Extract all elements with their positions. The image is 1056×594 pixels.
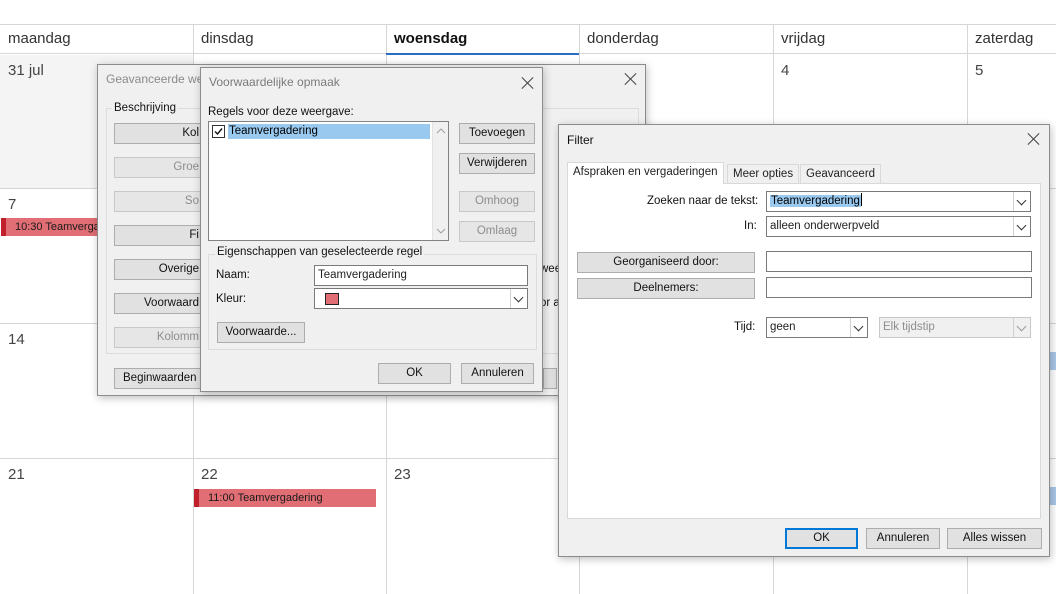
dialog-title: Filter (567, 133, 594, 147)
color-label: Kleur: (216, 293, 247, 305)
scroll-up-icon (436, 128, 446, 134)
close-icon[interactable] (1027, 132, 1041, 146)
date-label[interactable]: 7 (8, 196, 16, 213)
move-down-button[interactable]: Omlaag (459, 221, 535, 242)
day-header-saturday[interactable]: zaterdag (975, 30, 1033, 47)
conditional-formatting-dialog: Voorwaardelijke opmaak Regels voor deze … (200, 67, 543, 392)
in-label: In: (744, 220, 757, 232)
date-label[interactable]: 14 (8, 331, 25, 348)
in-field-value: alleen onderwerpveld (770, 220, 880, 232)
other-settings-button[interactable]: Overige (114, 259, 204, 280)
attendees-input[interactable] (766, 277, 1032, 298)
organized-by-button[interactable]: Georganiseerd door: (577, 252, 755, 273)
close-icon[interactable] (624, 72, 638, 86)
close-icon[interactable] (521, 76, 535, 90)
date-label[interactable]: 22 (201, 466, 218, 483)
time-range-select[interactable]: Elk tijdstip (879, 317, 1031, 338)
day-header-monday[interactable]: maandag (8, 30, 71, 47)
text-cursor (860, 193, 862, 206)
date-label[interactable]: 31 jul (8, 62, 44, 79)
filter-dialog: Filter Afspraken en vergaderingen Meer o… (558, 124, 1050, 557)
column-format-button[interactable]: Kolomm (114, 327, 204, 348)
group-by-button[interactable]: Groe (114, 157, 204, 178)
tab-advanced[interactable]: Geavanceerd (800, 164, 882, 184)
name-label: Naam: (216, 269, 250, 281)
filter-button[interactable]: Fi (114, 225, 204, 246)
columns-button[interactable]: Kol (114, 123, 204, 144)
day-header-tuesday[interactable]: dinsdag (201, 30, 254, 47)
search-text-value: Teamvergadering (770, 195, 861, 207)
chevron-down-icon[interactable] (850, 318, 867, 337)
chevron-down-icon[interactable] (510, 289, 527, 308)
sort-button[interactable]: So (114, 191, 204, 212)
organized-by-input[interactable] (766, 251, 1032, 272)
cancel-button[interactable]: Annuleren (461, 363, 534, 384)
chevron-down-icon[interactable] (1013, 217, 1030, 236)
rule-label[interactable]: Teamvergadering (228, 124, 430, 139)
date-label[interactable]: 4 (781, 62, 789, 79)
ok-button[interactable]: OK (378, 363, 451, 384)
remove-rule-button[interactable]: Verwijderen (459, 153, 535, 174)
tab-more-options[interactable]: Meer opties (727, 164, 800, 184)
description-label: Beschrijving (112, 102, 178, 114)
divider (577, 244, 1032, 245)
search-text-input[interactable]: Teamvergadering (766, 191, 1031, 212)
ok-button[interactable]: OK (785, 528, 858, 549)
chevron-down-icon[interactable] (1013, 318, 1030, 337)
chevron-down-icon[interactable] (1013, 192, 1030, 211)
reset-current-view-button[interactable]: Beginwaarden (114, 368, 204, 389)
date-label[interactable]: 5 (975, 62, 983, 79)
rule-properties-label: Eigenschappen van geselecteerde regel (215, 246, 425, 258)
color-picker[interactable] (314, 288, 528, 309)
dialog-title: Voorwaardelijke opmaak (209, 75, 340, 89)
attendees-button[interactable]: Deelnemers: (577, 278, 755, 299)
divider (577, 310, 1032, 311)
rules-list[interactable]: Teamvergadering (208, 121, 449, 241)
day-header-thursday[interactable]: donderdag (587, 30, 659, 47)
rule-checkbox[interactable] (212, 125, 225, 138)
time-select[interactable]: geen (766, 317, 868, 338)
day-header-friday[interactable]: vrijdag (781, 30, 825, 47)
checkmark-icon (214, 128, 223, 136)
tab-appointments-meetings[interactable]: Afspraken en vergaderingen (567, 162, 724, 184)
date-label[interactable]: 23 (394, 466, 411, 483)
time-label: Tijd: (734, 321, 756, 333)
calendar-header-row (0, 24, 1056, 54)
rule-item[interactable]: Teamvergadering (211, 124, 430, 139)
in-field-select[interactable]: alleen onderwerpveld (766, 216, 1031, 237)
search-text-label: Zoeken naar de tekst: (647, 195, 759, 207)
condition-button[interactable]: Voorwaarde... (217, 322, 305, 343)
time-range-value: Elk tijdstip (883, 321, 935, 333)
rule-name-input[interactable]: Teamvergadering (314, 265, 528, 286)
color-swatch (325, 293, 339, 305)
dialog-title: Geavanceerde wee (106, 72, 211, 86)
partial-button[interactable] (543, 368, 557, 389)
date-label[interactable]: 21 (8, 466, 25, 483)
add-rule-button[interactable]: Toevoegen (459, 123, 535, 144)
rules-label: Regels voor deze weergave: (208, 106, 354, 118)
scroll-down-icon (436, 228, 446, 234)
list-scrollbar[interactable] (432, 122, 448, 240)
cancel-button[interactable]: Annuleren (866, 528, 940, 549)
today-indicator (386, 53, 579, 55)
move-up-button[interactable]: Omhoog (459, 191, 535, 212)
time-value: geen (770, 321, 796, 333)
calendar-event[interactable]: 11:00 Teamvergadering (194, 489, 376, 507)
clear-all-button[interactable]: Alles wissen (947, 528, 1042, 549)
conditional-formatting-button[interactable]: Voorwaard (114, 293, 204, 314)
day-header-wednesday[interactable]: woensdag (394, 30, 467, 47)
